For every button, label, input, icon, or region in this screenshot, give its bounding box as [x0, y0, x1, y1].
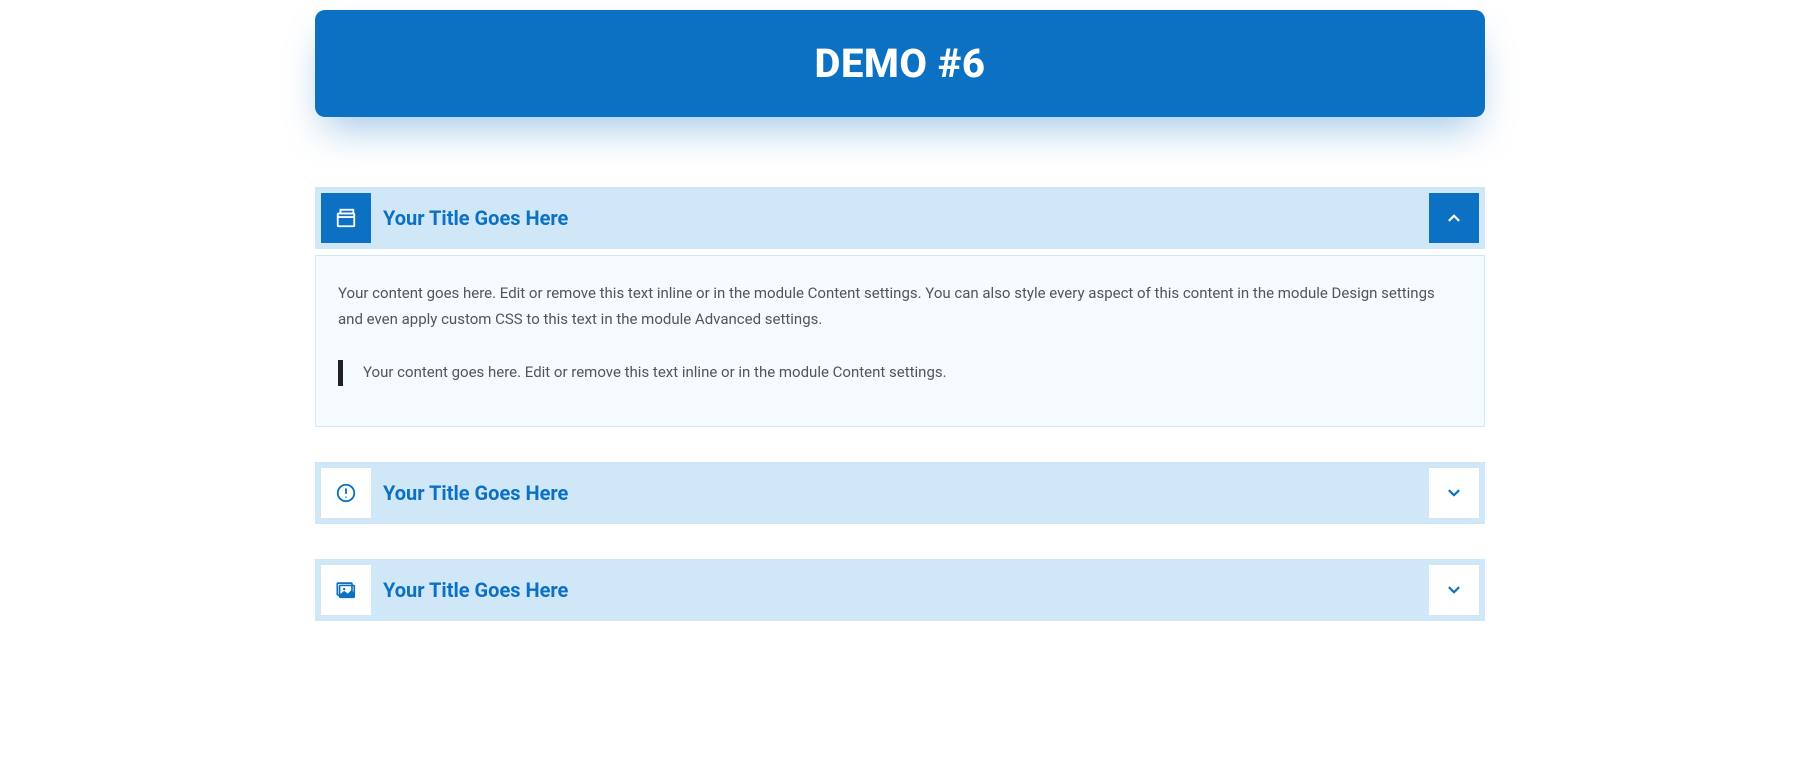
chevron-down-icon[interactable] [1429, 468, 1479, 518]
page-title: DEMO #6 [315, 10, 1485, 117]
accordion-item: Your Title Goes Here [315, 559, 1485, 621]
accordion-header[interactable]: Your Title Goes Here [315, 559, 1485, 621]
accordion-content: Your content goes here. Edit or remove t… [315, 255, 1485, 427]
chevron-down-icon[interactable] [1429, 565, 1479, 615]
accordion-item: Your Title Goes Here [315, 462, 1485, 524]
image-icon [321, 565, 371, 615]
accordion-title: Your Title Goes Here [383, 468, 1417, 518]
alert-icon [321, 468, 371, 518]
accordion-header[interactable]: Your Title Goes Here [315, 462, 1485, 524]
content-paragraph: Your content goes here. Edit or remove t… [338, 281, 1462, 332]
accordion-title: Your Title Goes Here [383, 193, 1417, 243]
content-quote: Your content goes here. Edit or remove t… [338, 360, 1462, 386]
accordion-title: Your Title Goes Here [383, 565, 1417, 615]
accordion-header[interactable]: Your Title Goes Here [315, 187, 1485, 249]
window-icon [321, 193, 371, 243]
chevron-up-icon[interactable] [1429, 193, 1479, 243]
accordion-item: Your Title Goes Here Your content goes h… [315, 187, 1485, 427]
